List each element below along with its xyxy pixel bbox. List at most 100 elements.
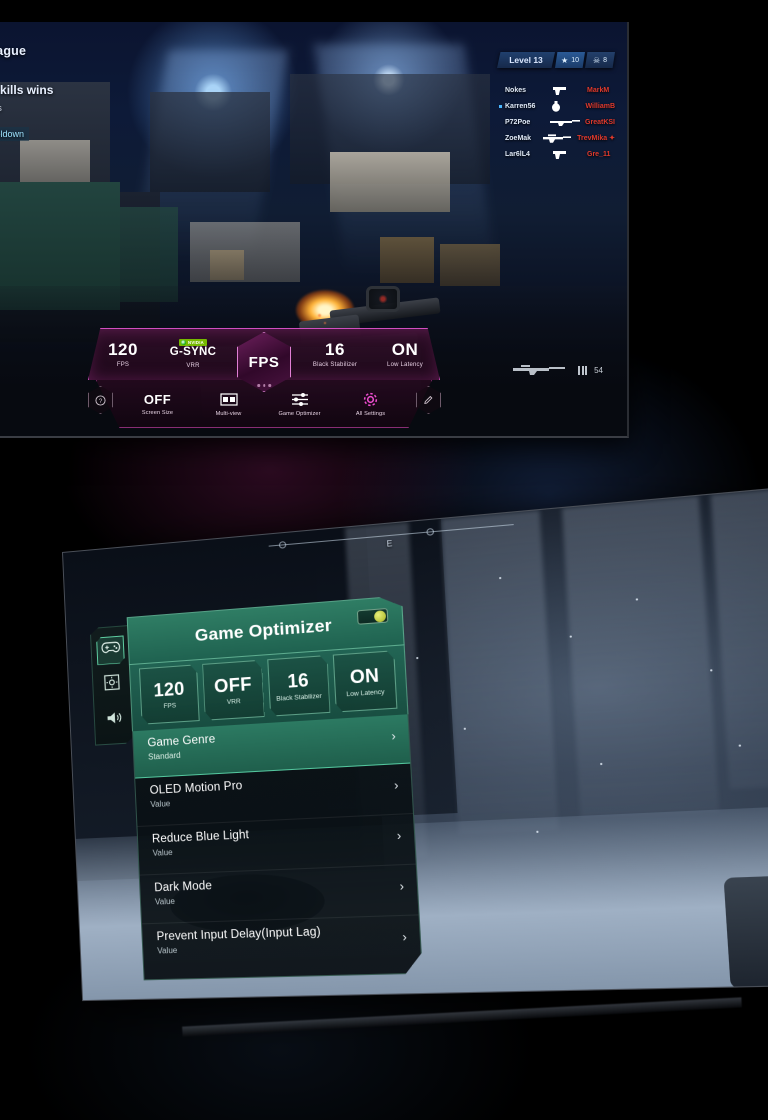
- game-bar-stat-label: Black Stabilizer: [312, 361, 358, 368]
- rifle-icon: [542, 133, 572, 144]
- stat-tile-value: ON: [349, 664, 380, 688]
- game-bar-actions: OFF Screen Size Multi-view Game Optimizer Al…: [96, 380, 432, 428]
- chevron-right-icon[interactable]: ›: [396, 828, 401, 843]
- game-bar: 120 FPS NVIDIA G-SYNC VRR 16 Black Stabilizer O…: [88, 328, 440, 428]
- chevron-right-icon[interactable]: ›: [391, 729, 396, 744]
- star-icon: ★: [561, 55, 569, 65]
- game-bar-stat-value: 16: [325, 339, 345, 359]
- stat-tile-fps[interactable]: 120 FPS: [139, 664, 200, 724]
- chevron-right-icon[interactable]: ›: [399, 879, 404, 894]
- game-bar-stat-vrr[interactable]: NVIDIA G-SYNC VRR: [158, 339, 228, 369]
- killfeed-killer: Nokes: [505, 86, 527, 94]
- sidebar-item-gamepad[interactable]: [96, 635, 125, 665]
- killfeed-row: Nokes MarkM: [505, 82, 615, 98]
- bottom-tv-screen: E Game Optimizer 120 FPS OFF VRR 16 Black Sta…: [61, 484, 768, 1002]
- killfeed-killer: P72Poe: [505, 118, 531, 126]
- game-bar-stat-label: Low Latency: [387, 361, 423, 368]
- game-bar-stat-value: G-SYNC: [169, 346, 217, 359]
- fps-chip-label: FPS: [248, 353, 280, 371]
- panel-settings-list: Game Genre Standard › OLED Motion Pro Value ›…: [132, 714, 423, 980]
- star-count: 10: [571, 56, 579, 64]
- settings-row[interactable]: Dark Mode Value ›: [140, 865, 419, 924]
- weapon-hud: 54: [511, 362, 603, 378]
- stat-tile-label: FPS: [163, 702, 177, 711]
- grenade-icon: [551, 100, 580, 112]
- game-bar-action-label: Multi-view: [215, 411, 242, 417]
- tv-bottom-bezel: [182, 997, 742, 1037]
- level-badge: Level 13: [497, 52, 555, 68]
- skull-score-chip: ☠ 8: [585, 52, 615, 68]
- game-bar-action-multi-view[interactable]: Multi-view: [193, 391, 264, 417]
- question-icon: ?: [95, 394, 106, 406]
- stat-tile-label: Black Stabilizer: [276, 692, 322, 703]
- stat-tile-black-stabilizer[interactable]: 16 Black Stabilizer: [267, 655, 331, 717]
- game-bar-action-all-settings[interactable]: All Settings: [335, 391, 406, 417]
- pistol-icon: [552, 85, 582, 96]
- sidebar-item-speaker[interactable]: [99, 706, 128, 736]
- stat-tile-low-latency[interactable]: ON Low Latency: [333, 650, 398, 712]
- game-bar-action-value: OFF: [143, 392, 172, 407]
- chevron-right-icon[interactable]: ›: [402, 930, 407, 945]
- svg-text:?: ?: [99, 397, 103, 404]
- game-bar-stat-low-latency[interactable]: ON Low Latency: [370, 341, 440, 368]
- game-bar-stat-value: 120: [108, 339, 138, 359]
- killfeed-row: Karren56 WilliamB: [499, 98, 616, 114]
- stat-tile-value: 120: [153, 678, 186, 701]
- stat-tile-label: Low Latency: [346, 688, 385, 699]
- top-tv-screen: at League ch 30 kills wins enemies the c…: [0, 22, 629, 438]
- stat-tile-value: 16: [286, 669, 310, 692]
- killfeed-row: ZoeMak TrevMika ✦: [505, 130, 615, 146]
- game-bar-stat-label: VRR: [186, 362, 200, 369]
- sidebar-item-picture-mode[interactable]: [98, 670, 127, 700]
- gear-icon: [362, 391, 379, 408]
- chevron-right-icon[interactable]: ›: [394, 778, 399, 793]
- hud-subtext: enemies: [0, 103, 156, 114]
- killfeed-row: P72Poe GreatKSI: [505, 114, 615, 130]
- stat-tile-label: VRR: [226, 698, 241, 707]
- nvidia-logo-icon: NVIDIA: [179, 339, 207, 347]
- game-bar-action-game-optimizer[interactable]: Game Optimizer: [264, 391, 335, 417]
- speaker-icon: [105, 710, 123, 731]
- killfeed-victim: MarkM: [587, 86, 610, 94]
- gamepad-icon: [101, 640, 121, 660]
- game-bar-stat-label: FPS: [116, 361, 130, 368]
- stat-tile-vrr[interactable]: OFF VRR: [202, 660, 264, 721]
- star-score-chip: ★ 10: [555, 52, 585, 68]
- panel-title: Game Optimizer: [194, 615, 333, 646]
- game-bar-stat-fps[interactable]: 120 FPS: [88, 341, 158, 368]
- game-bar-action-label: All Settings: [355, 411, 386, 417]
- hud-mode-title: at League: [0, 44, 27, 58]
- settings-row[interactable]: Prevent Input Delay(Input Lag) Value ›: [142, 915, 421, 972]
- skull-count: 8: [603, 56, 608, 64]
- killfeed-killer: Lar6lL4: [505, 150, 530, 158]
- screenshot-root: at League ch 30 kills wins enemies the c…: [0, 0, 768, 1120]
- pencil-icon: [424, 395, 433, 404]
- toggle-knob: [373, 610, 385, 622]
- hud-objective: ch 30 kills wins: [0, 83, 54, 97]
- killfeed-victim: GreatKSI: [585, 118, 615, 126]
- killfeed-victim: Gre_11: [587, 150, 611, 158]
- pistol-icon: [552, 149, 582, 160]
- hud-hint: the cooldown: [0, 127, 30, 141]
- game-objective-hud: at League ch 30 kills wins enemies the c…: [0, 44, 156, 142]
- killfeed-killer: ZoeMak: [505, 134, 532, 142]
- multi-view-icon: [219, 391, 238, 408]
- killfeed-row: Lar6lL4 Gre_11: [505, 146, 615, 162]
- killfeed-killer: Karren56: [505, 102, 536, 110]
- killfeed-marker: [499, 104, 502, 108]
- sniper-icon: [550, 117, 581, 127]
- scoreboard-header: Level 13 ★ 10 ☠ 8: [497, 52, 615, 68]
- game-bar-action-screen-size[interactable]: OFF Screen Size: [122, 392, 193, 416]
- bottom-tv-wrapper: E Game Optimizer 120 FPS OFF VRR 16 Black Sta…: [61, 484, 768, 1040]
- stat-tile-value: OFF: [213, 673, 253, 697]
- game-bar-action-label: Game Optimizer: [278, 411, 321, 417]
- game-optimizer-toggle[interactable]: [357, 608, 389, 625]
- scoreboard: Level 13 ★ 10 ☠ 8 Nokes MarkM Karren56 Will…: [497, 52, 615, 162]
- killfeed-victim: WilliamB: [585, 102, 616, 110]
- ammo-count: 54: [594, 365, 603, 375]
- game-bar-stat-value: ON: [391, 339, 419, 359]
- sliders-icon: [291, 391, 309, 408]
- game-bar-action-label: Screen Size: [141, 410, 174, 416]
- game-bar-stat-black-stabilizer[interactable]: 16 Black Stabilizer: [300, 341, 370, 368]
- killfeed-victim: TrevMika ✦: [577, 135, 615, 142]
